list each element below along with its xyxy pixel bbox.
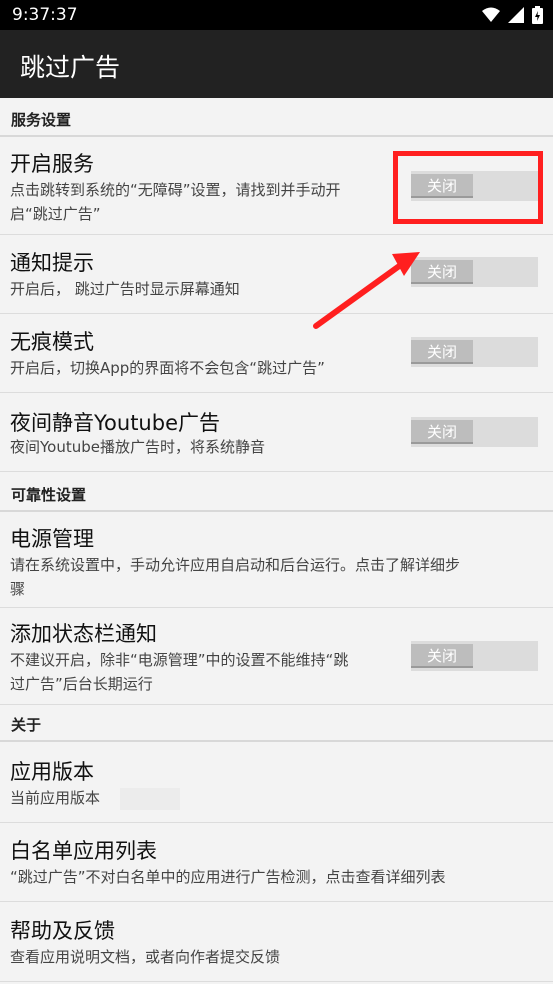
setting-subtitle: 点击跳转到系统的“无障碍”设置，请找到并手动开 [10, 181, 341, 199]
status-icons [482, 6, 543, 24]
section-header-about: 关于 [0, 704, 553, 742]
setting-status-bar-notification[interactable]: 添加状态栏通知 不建议开启，除非“电源管理”中的设置不能维持“跳 过广告”后台长… [0, 608, 553, 705]
blurred-version-value [120, 788, 180, 810]
setting-subtitle: 夜间Youtube播放广告时，将系统静音 [10, 438, 265, 456]
status-bar: 9:37:37 [0, 0, 553, 30]
setting-youtube-mute[interactable]: 夜间静音Youtube广告 夜间Youtube播放广告时，将系统静音 关闭 [0, 393, 553, 472]
section-header-service: 服务设置 [0, 99, 553, 137]
setting-title: 无痕模式 [10, 330, 94, 354]
setting-power-management[interactable]: 电源管理 请在系统设置中，手动允许应用自启动和后台运行。点击了解详细步 骤 [0, 513, 553, 608]
divider [0, 740, 553, 742]
switch-incognito[interactable]: 关闭 [411, 337, 538, 367]
switch-label: 关闭 [411, 340, 473, 364]
setting-subtitle: 开启后， 跳过广告时显示屏幕通知 [10, 280, 240, 298]
status-time: 9:37:37 [12, 5, 78, 25]
section-header-reliability: 可靠性设置 [0, 474, 553, 512]
highlight-box [393, 151, 543, 224]
setting-app-version[interactable]: 应用版本 当前应用版本 [0, 744, 553, 823]
switch-label: 关闭 [411, 644, 473, 668]
setting-subtitle: 请在系统设置中，手动允许应用自启动和后台运行。点击了解详细步 [10, 556, 461, 574]
setting-help-feedback[interactable]: 帮助及反馈 查看应用说明文档，或者向作者提交反馈 [0, 903, 553, 982]
switch-label: 关闭 [411, 420, 473, 444]
divider [0, 510, 553, 512]
app-bar: 跳过广告 [0, 30, 553, 98]
setting-title: 白名单应用列表 [10, 839, 157, 863]
setting-subtitle: 骤 [10, 580, 26, 598]
setting-title: 电源管理 [10, 527, 94, 551]
switch-youtube-mute[interactable]: 关闭 [411, 417, 538, 447]
wifi-icon [482, 7, 500, 22]
section-label: 关于 [11, 716, 42, 734]
app-title: 跳过广告 [20, 53, 121, 82]
setting-title: 通知提示 [10, 251, 94, 275]
setting-subtitle: 开启后，切换App的界面将不会包含“跳过广告” [10, 359, 325, 377]
divider [0, 135, 553, 137]
setting-title: 添加状态栏通知 [10, 622, 157, 646]
setting-incognito[interactable]: 无痕模式 开启后，切换App的界面将不会包含“跳过广告” 关闭 [0, 314, 553, 393]
setting-title: 应用版本 [10, 760, 94, 784]
setting-notification[interactable]: 通知提示 开启后， 跳过广告时显示屏幕通知 关闭 [0, 235, 553, 314]
switch-label: 关闭 [411, 260, 473, 284]
section-label: 服务设置 [11, 111, 72, 129]
settings-list[interactable]: 服务设置 开启服务 点击跳转到系统的“无障碍”设置，请找到并手动开 启“跳过广告… [0, 98, 553, 984]
setting-subtitle: 查看应用说明文档，或者向作者提交反馈 [10, 948, 281, 966]
setting-title: 夜间静音Youtube广告 [10, 411, 220, 435]
setting-subtitle: 不建议开启，除非“电源管理”中的设置不能维持“跳 [10, 651, 349, 669]
switch-status-bar-notification[interactable]: 关闭 [411, 641, 538, 671]
switch-notification[interactable]: 关闭 [411, 257, 538, 287]
setting-subtitle: 启“跳过广告” [10, 205, 101, 223]
setting-title: 帮助及反馈 [10, 919, 115, 943]
setting-title: 开启服务 [10, 152, 94, 176]
setting-whitelist[interactable]: 白名单应用列表 “跳过广告”不对白名单中的应用进行广告检测，点击查看详细列表 [0, 823, 553, 902]
setting-subtitle: “跳过广告”不对白名单中的应用进行广告检测，点击查看详细列表 [10, 868, 446, 886]
battery-icon [532, 6, 543, 24]
setting-subtitle: 当前应用版本 [10, 789, 101, 807]
signal-icon [508, 7, 524, 23]
section-label: 可靠性设置 [11, 486, 87, 504]
setting-subtitle: 过广告”后台长期运行 [10, 675, 153, 693]
